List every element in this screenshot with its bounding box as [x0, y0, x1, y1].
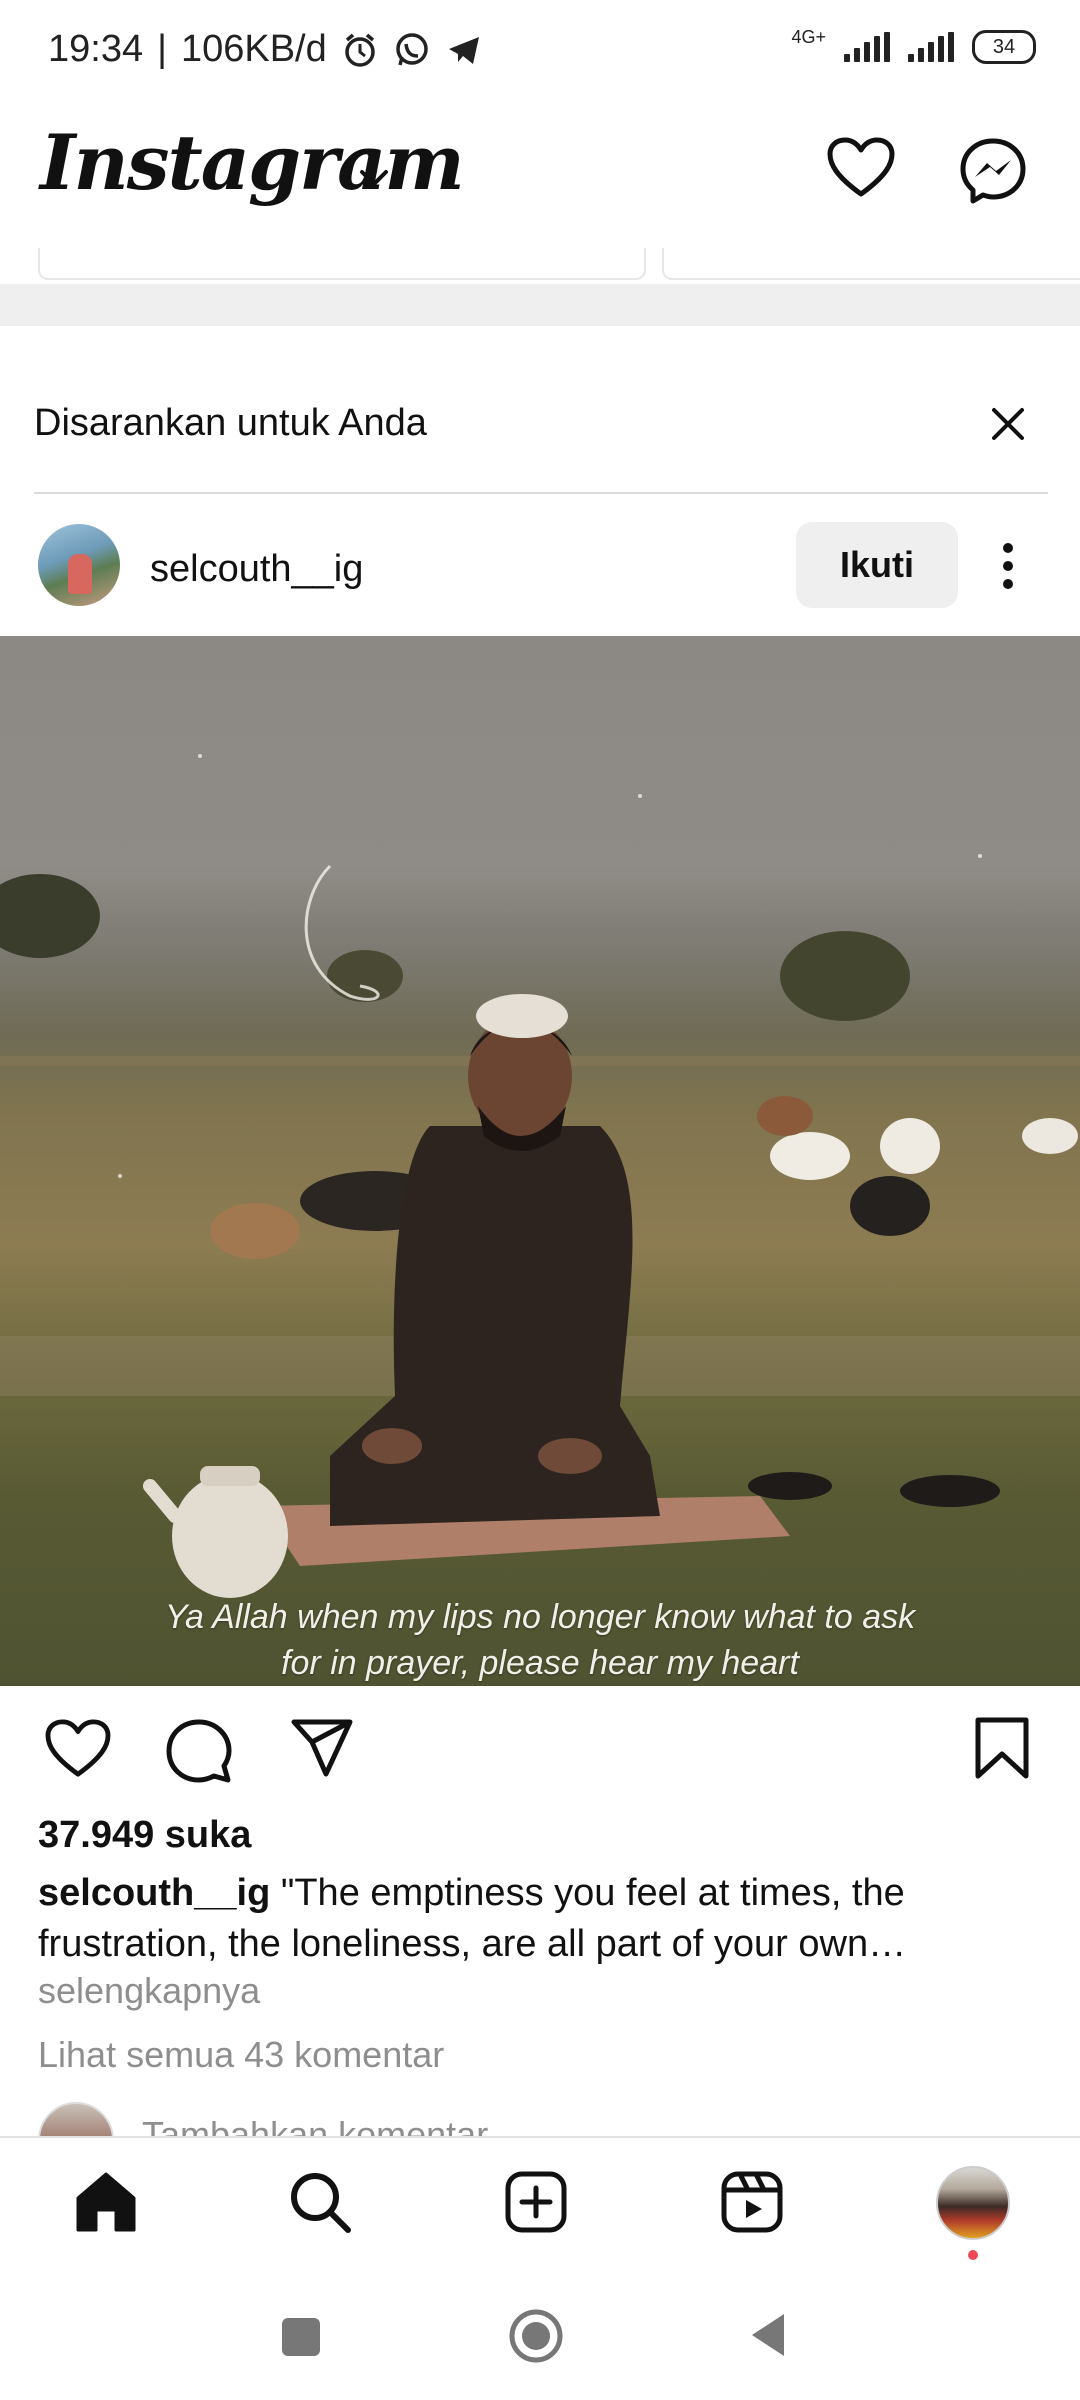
- create-icon[interactable]: [504, 2170, 568, 2234]
- share-icon[interactable]: [290, 1718, 354, 1778]
- divider: [34, 492, 1048, 494]
- home-button[interactable]: [508, 2308, 564, 2364]
- caption-username[interactable]: selcouth__ig: [38, 1872, 270, 1914]
- section-separator: [0, 284, 1080, 326]
- add-comment-input[interactable]: Tambahkan komentar...: [142, 2114, 516, 2136]
- back-button[interactable]: [748, 2310, 788, 2360]
- chevron-down-icon[interactable]: [358, 166, 390, 190]
- add-comment-row[interactable]: Tambahkan komentar...: [0, 2100, 1080, 2136]
- like-icon[interactable]: [44, 1718, 112, 1780]
- image-caption-line2: for in prayer, please hear my heart: [281, 1644, 799, 1682]
- profile-avatar[interactable]: [936, 2166, 1010, 2240]
- avatar[interactable]: [38, 524, 120, 606]
- search-icon[interactable]: [288, 2170, 352, 2234]
- signal-icon-2: [908, 32, 954, 62]
- comment-icon[interactable]: [166, 1718, 232, 1784]
- post-caption: selcouth__ig "The emptiness you feel at …: [38, 1868, 1038, 1970]
- more-options-icon[interactable]: [1000, 540, 1016, 592]
- follow-button[interactable]: Ikuti: [796, 522, 958, 608]
- image-caption: Ya Allah when my lips no longer know wha…: [0, 1594, 1080, 1686]
- post-username[interactable]: selcouth__ig: [150, 548, 363, 591]
- status-time: 19:34: [48, 28, 144, 70]
- status-left: 19:34 | 106KB/d: [48, 28, 483, 71]
- app-logo[interactable]: Instagram: [40, 118, 465, 207]
- signal-icon: [844, 32, 890, 62]
- heart-icon[interactable]: [826, 136, 896, 200]
- status-right: 4G+ 34: [791, 26, 1036, 64]
- save-icon[interactable]: [974, 1716, 1030, 1780]
- home-icon[interactable]: [74, 2170, 138, 2234]
- battery-level: 34: [992, 35, 1016, 58]
- image-caption-line1: Ya Allah when my lips no longer know wha…: [164, 1598, 916, 1636]
- close-icon[interactable]: [990, 406, 1026, 442]
- telegram-icon: [448, 36, 479, 64]
- alarm-icon: [345, 33, 375, 67]
- notification-dot: [968, 2250, 978, 2260]
- battery-icon: 34: [972, 30, 1036, 64]
- status-divider: |: [157, 28, 167, 70]
- suggested-label: Disarankan untuk Anda: [34, 402, 427, 444]
- story-card[interactable]: [38, 248, 646, 280]
- likes-count[interactable]: 37.949 suka: [38, 1814, 251, 1857]
- whatsapp-icon: [396, 32, 428, 65]
- messenger-icon[interactable]: [958, 136, 1028, 206]
- view-comments-link[interactable]: Lihat semua 43 komentar: [38, 2034, 444, 2076]
- recent-apps-button[interactable]: [282, 2318, 320, 2356]
- status-data-speed: 106KB/d: [180, 28, 327, 70]
- reels-icon[interactable]: [720, 2170, 784, 2234]
- avatar: [38, 2102, 114, 2136]
- story-card[interactable]: [662, 248, 1080, 280]
- network-type: 4G+: [791, 26, 826, 47]
- post-image[interactable]: Ya Allah when my lips no longer know wha…: [0, 636, 1080, 1686]
- more-link[interactable]: selengkapnya: [38, 1970, 260, 2012]
